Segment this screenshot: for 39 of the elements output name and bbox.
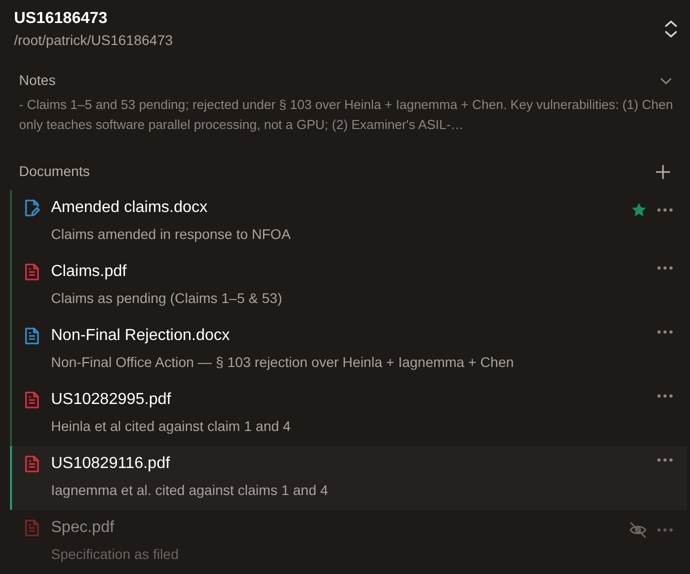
pdf-file-icon bbox=[23, 263, 41, 281]
add-icon[interactable] bbox=[656, 164, 670, 178]
notes-text: - Claims 1–5 and 53 pending; rejected under § 103 over Heinla + Iagnemma + Chen. Key vulnerabilities: (1) Chen only teaches software parallel processing, not a GPU; (2) Examiner's ASIL-… bbox=[18, 96, 674, 134]
eye-off-icon[interactable] bbox=[629, 522, 647, 538]
pdf-file-icon bbox=[23, 455, 41, 473]
pdf-file-icon bbox=[23, 391, 41, 409]
file-pen-icon bbox=[23, 199, 41, 217]
document-description: Claims amended in response to NFOA bbox=[51, 225, 292, 244]
document-name: Non-Final Rejection.docx bbox=[51, 326, 231, 346]
star-icon[interactable] bbox=[631, 202, 647, 218]
project-path: /root/patrick/US16186473 bbox=[14, 31, 173, 50]
document-icon bbox=[23, 327, 41, 345]
more-options-icon[interactable] bbox=[657, 394, 673, 398]
notes-heading: Notes bbox=[19, 71, 56, 90]
document-description: Heinla et al cited against claim 1 and 4 bbox=[51, 417, 292, 436]
document-name: Amended claims.docx bbox=[51, 198, 209, 218]
document-description: Claims as pending (Claims 1–5 & 53) bbox=[51, 289, 284, 308]
document-row[interactable]: Non-Final Rejection.docx Non-Final Office Action — § 103 rejection over Heinla + Iagnemma + Chen bbox=[10, 318, 687, 382]
document-name: Spec.pdf bbox=[51, 518, 116, 538]
document-name: Claims.pdf bbox=[51, 262, 128, 282]
document-description: Iagnemma et al. cited against claims 1 and 4 bbox=[51, 481, 330, 500]
more-options-icon[interactable] bbox=[657, 266, 673, 270]
more-options-icon[interactable] bbox=[657, 528, 673, 532]
document-description: Non-Final Office Action — § 103 rejection over Heinla + Iagnemma + Chen bbox=[51, 353, 515, 372]
more-options-icon[interactable] bbox=[657, 458, 673, 462]
project-title: US16186473 bbox=[14, 9, 108, 29]
more-options-icon[interactable] bbox=[657, 208, 673, 212]
document-name: US10282995.pdf bbox=[51, 390, 172, 410]
more-options-icon[interactable] bbox=[657, 330, 673, 334]
document-row[interactable]: US10829116.pdf Iagnemma et al. cited against claims 1 and 4 bbox=[10, 446, 687, 510]
document-description: Specification as filed bbox=[51, 545, 180, 564]
expand-collapse-icon[interactable] bbox=[664, 20, 678, 38]
documents-heading: Documents bbox=[19, 162, 90, 181]
document-row[interactable]: Claims.pdf Claims as pending (Claims 1–5 & 53) bbox=[10, 254, 687, 318]
pdf-file-icon bbox=[23, 519, 41, 537]
document-name: US10829116.pdf bbox=[51, 454, 171, 474]
chevron-icon[interactable] bbox=[660, 76, 672, 84]
document-row[interactable]: Amended claims.docx Claims amended in response to NFOA bbox=[10, 190, 687, 254]
document-row[interactable]: Spec.pdf Specification as filed bbox=[10, 510, 687, 574]
